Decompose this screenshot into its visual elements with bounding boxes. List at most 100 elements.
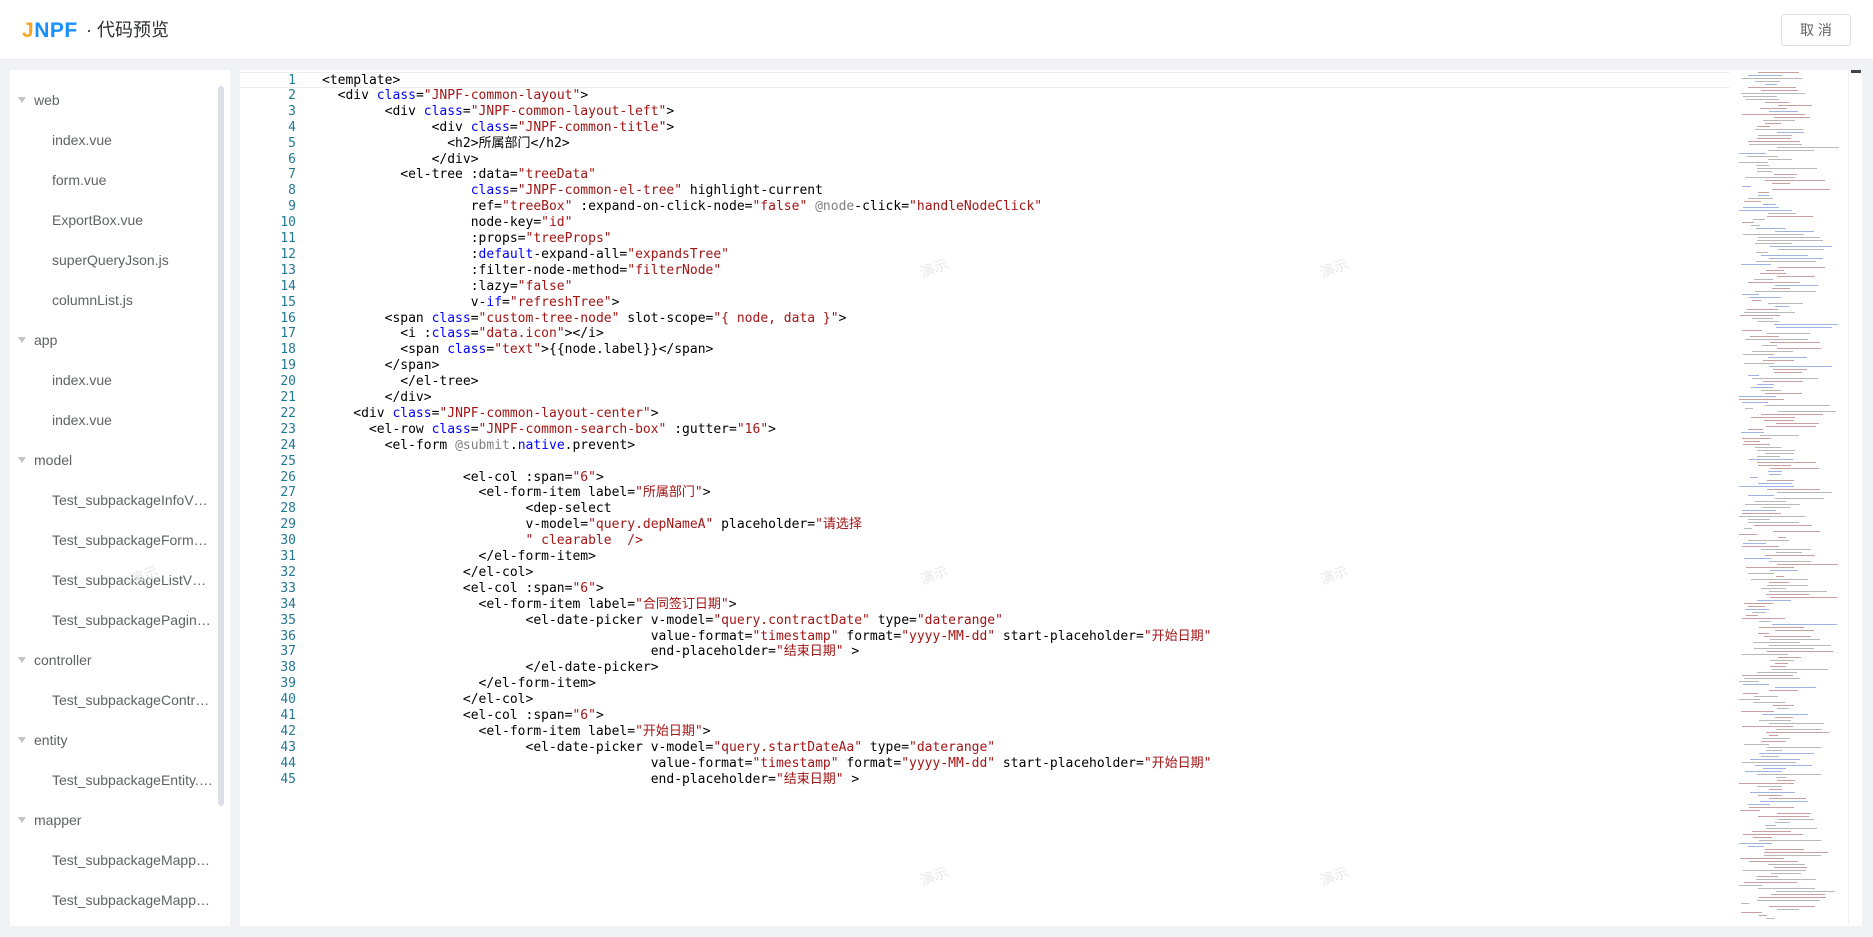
tree-folder[interactable]: controller — [10, 640, 220, 680]
code-area[interactable]: 1 <template> 2 <div class="JNPF-common-lay… — [240, 70, 1730, 926]
tree-file[interactable]: superQueryJson.js — [10, 240, 220, 280]
code-line[interactable]: 30 " clearable /> — [240, 533, 1730, 549]
tree-file[interactable]: ExportBox.vue — [10, 200, 220, 240]
code-token: "6" — [572, 708, 596, 723]
tree-folder[interactable]: web — [10, 80, 220, 120]
caret-down-icon[interactable] — [18, 657, 26, 663]
caret-down-icon[interactable] — [18, 337, 26, 343]
tree-folder[interactable]: app — [10, 320, 220, 360]
minimap-line — [1775, 630, 1814, 631]
code-line[interactable]: 24 <el-form @submit.native.prevent> — [240, 438, 1730, 454]
code-line[interactable]: 41 <el-col :span="6"> — [240, 708, 1730, 724]
code-line[interactable]: 8 class="JNPF-common-el-tree" highlight-… — [240, 183, 1730, 199]
code-line[interactable]: 45 end-placeholder="结束日期" > — [240, 772, 1730, 788]
tree-file[interactable]: index.vue — [10, 360, 220, 400]
code-editor[interactable]: 1 <template> 2 <div class="JNPF-common-lay… — [240, 70, 1862, 926]
code-line[interactable]: 36 value-format="timestamp" format="yyyy… — [240, 629, 1730, 645]
tree-file[interactable]: Test_subpackageEntity.… — [10, 760, 220, 800]
code-line[interactable]: 35 <el-date-picker v-model="query.contra… — [240, 613, 1730, 629]
tree-folder[interactable]: mapper — [10, 800, 220, 840]
code-token: "yyyy-MM-dd" — [901, 628, 996, 644]
code-line[interactable]: 20 </el-tree> — [240, 374, 1730, 390]
code-token: <div — [322, 103, 424, 119]
tree-file[interactable]: columnList.js — [10, 280, 220, 320]
code-minimap[interactable] — [1735, 70, 1845, 926]
minimap-line — [1769, 789, 1782, 790]
code-line[interactable]: 1 <template> — [240, 72, 1730, 88]
line-number: 39 — [280, 676, 296, 692]
code-line[interactable]: 19 </span> — [240, 358, 1730, 374]
tree-file[interactable]: Test_subpackagePagin… — [10, 600, 220, 640]
minimap-line — [1744, 882, 1797, 883]
tree-folder[interactable]: model — [10, 440, 220, 480]
code-line[interactable]: 6 </div> — [240, 152, 1730, 168]
code-line[interactable]: 33 <el-col :span="6"> — [240, 581, 1730, 597]
line-number: 35 — [280, 612, 296, 628]
line-number: 8 — [288, 183, 296, 199]
code-line[interactable]: 17 <i :class="data.icon"></i> — [240, 326, 1730, 342]
code-line[interactable]: 25 — [240, 454, 1730, 470]
code-line[interactable]: 16 <span class="custom-tree-node" slot-s… — [240, 311, 1730, 327]
code-line[interactable]: 39 </el-form-item> — [240, 676, 1730, 692]
tree-file[interactable]: Test_subpackageContr… — [10, 680, 220, 720]
tree-file[interactable]: index.vue — [10, 400, 220, 440]
caret-down-icon[interactable] — [18, 457, 26, 463]
tree-file[interactable]: Test_subpackageMapp… — [10, 880, 220, 920]
code-line[interactable]: 12 :default-expand-all="expandsTree" — [240, 247, 1730, 263]
code-line[interactable]: 22 <div class="JNPF-common-layout-center… — [240, 406, 1730, 422]
code-line[interactable]: 7 <el-tree :data="treeData" — [240, 167, 1730, 183]
tree-node-label: entity — [34, 732, 68, 748]
code-token: class — [470, 183, 510, 199]
code-line[interactable]: 2 <div class="JNPF-common-layout"> — [240, 88, 1730, 104]
code-line[interactable]: 14 :lazy="false" — [240, 279, 1730, 295]
code-line[interactable]: 10 node-key="id" — [240, 215, 1730, 231]
cancel-button[interactable]: 取 消 — [1781, 14, 1851, 46]
code-line[interactable]: 27 <el-form-item label="所属部门"> — [240, 485, 1730, 501]
minimap-line — [1742, 513, 1781, 514]
code-line[interactable]: 4 <div class="JNPF-common-title"> — [240, 120, 1730, 136]
code-line[interactable]: 3 <div class="JNPF-common-layout-left"> — [240, 104, 1730, 120]
code-line[interactable]: 37 end-placeholder="结束日期" > — [240, 644, 1730, 660]
code-line[interactable]: 23 <el-row class="JNPF-common-search-box… — [240, 422, 1730, 438]
editor-scrollbar-thumb[interactable] — [1851, 70, 1861, 73]
tree-file[interactable]: Test_subpackageForm… — [10, 520, 220, 560]
code-line[interactable]: 44 value-format="timestamp" format="yyyy… — [240, 756, 1730, 772]
caret-down-icon[interactable] — [18, 817, 26, 823]
minimap-line — [1744, 678, 1800, 679]
tree-node-label: model — [34, 452, 73, 468]
code-line[interactable]: 31 </el-form-item> — [240, 549, 1730, 565]
editor-scrollbar[interactable] — [1848, 70, 1862, 926]
code-line[interactable]: 9 ref="treeBox" :expand-on-click-node="f… — [240, 199, 1730, 215]
code-text: </span> — [322, 358, 440, 374]
code-line[interactable]: 21 </div> — [240, 390, 1730, 406]
tree-folder[interactable]: entity — [10, 720, 220, 760]
minimap-line — [1762, 714, 1808, 715]
line-number: 23 — [280, 421, 296, 437]
code-line[interactable]: 11 :props="treeProps" — [240, 231, 1730, 247]
file-tree-scrollbar[interactable] — [218, 86, 224, 806]
code-line[interactable]: 32 </el-col> — [240, 565, 1730, 581]
caret-down-icon[interactable] — [18, 97, 26, 103]
code-line[interactable]: 38 </el-date-picker> — [240, 660, 1730, 676]
code-line[interactable]: 28 <dep-select — [240, 501, 1730, 517]
minimap-line — [1767, 489, 1820, 490]
tree-file[interactable]: Test_subpackageListV… — [10, 560, 220, 600]
code-line[interactable]: 13 :filter-node-method="filterNode" — [240, 263, 1730, 279]
code-token: <el-row — [322, 421, 432, 437]
code-line[interactable]: 40 </el-col> — [240, 692, 1730, 708]
code-line[interactable]: 34 <el-form-item label="合同签订日期"> — [240, 597, 1730, 613]
code-line[interactable]: 18 <span class="text">{{node.label}}</sp… — [240, 342, 1730, 358]
tree-file[interactable]: index.vue — [10, 120, 220, 160]
tree-file[interactable]: Test_subpackageMapp… — [10, 840, 220, 880]
tree-file[interactable]: Test_subpackageInfoV… — [10, 480, 220, 520]
code-line[interactable]: 5 <h2>所属部门</h2> — [240, 136, 1730, 152]
code-line[interactable]: 29 v-model="query.depNameA" placeholder=… — [240, 517, 1730, 533]
code-line[interactable]: 43 <el-date-picker v-model="query.startD… — [240, 740, 1730, 756]
code-line[interactable]: 26 <el-col :span="6"> — [240, 470, 1730, 486]
code-line[interactable]: 15 v-if="refreshTree"> — [240, 295, 1730, 311]
caret-down-icon[interactable] — [18, 737, 26, 743]
code-line[interactable]: 42 <el-form-item label="开始日期"> — [240, 724, 1730, 740]
minimap-line — [1759, 621, 1771, 622]
tree-file[interactable]: form.vue — [10, 160, 220, 200]
minimap-line — [1767, 651, 1833, 652]
